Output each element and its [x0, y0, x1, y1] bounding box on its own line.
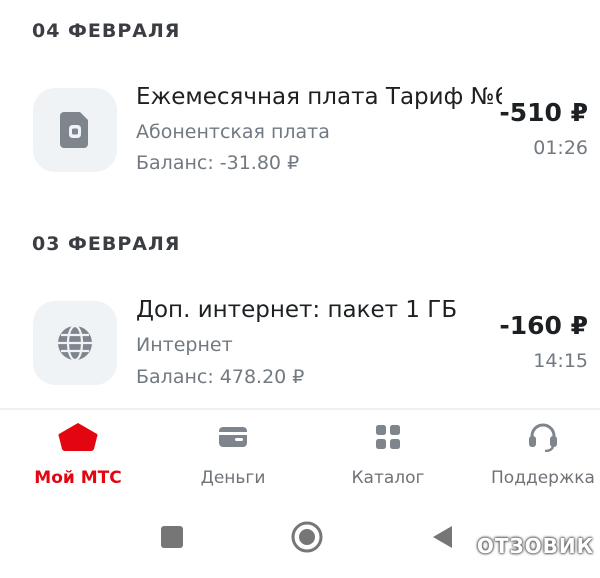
headset-icon [529, 423, 557, 452]
transaction-icon-box [33, 88, 117, 172]
tab-label: Поддержка [491, 468, 595, 488]
transaction-title: Доп. интернет: пакет 1 ГБ [136, 297, 458, 323]
tab-label: Деньги [200, 468, 266, 488]
sim-card-icon [60, 112, 88, 148]
transaction-title: Ежемесячная плата Тариф №6 [136, 84, 502, 110]
transaction-balance: Баланс: 478.20 ₽ [136, 366, 305, 388]
transaction-icon-box [33, 301, 117, 385]
tab-label: Каталог [351, 468, 425, 488]
tab-catalog[interactable]: Каталог [313, 420, 463, 492]
home-icon [58, 423, 98, 451]
wallet-icon [219, 427, 247, 447]
home-circle-icon[interactable] [291, 521, 323, 553]
tab-money[interactable]: Деньги [158, 420, 308, 492]
transaction-time: 14:15 [533, 350, 588, 372]
recents-icon[interactable] [160, 525, 184, 549]
globe-icon [58, 324, 92, 362]
transaction-amount: -510 ₽ [499, 98, 588, 127]
tab-my-mts[interactable]: Мой МТС [3, 420, 153, 492]
back-icon[interactable] [430, 524, 454, 550]
tab-label: Мой МТС [34, 468, 122, 488]
transaction-time: 01:26 [533, 137, 588, 159]
transaction-balance: Баланс: -31.80 ₽ [136, 152, 300, 174]
transaction-amount: -160 ₽ [499, 311, 588, 340]
date-header: 03 ФЕВРАЛЯ [32, 233, 181, 255]
transaction-category: Интернет [136, 334, 233, 356]
tab-support[interactable]: Поддержка [468, 420, 600, 492]
grid-icon [376, 425, 400, 449]
transaction-category: Абонентская плата [136, 121, 330, 143]
divider [0, 408, 600, 410]
watermark: ОТЗОВИК [476, 534, 594, 558]
date-header: 04 ФЕВРАЛЯ [32, 20, 181, 42]
